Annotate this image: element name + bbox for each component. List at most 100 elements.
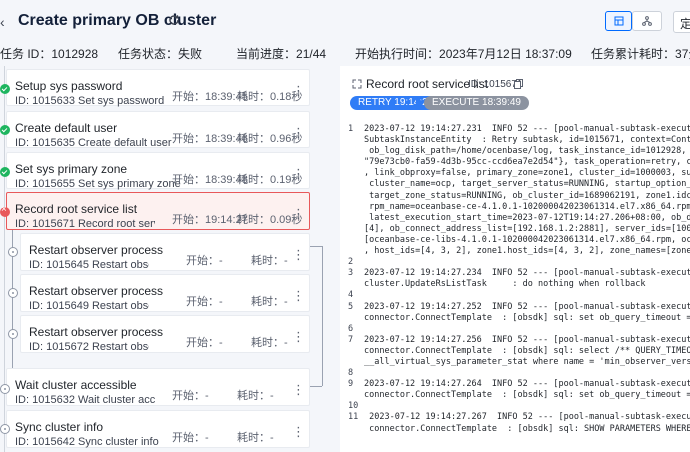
more-icon[interactable]: ⋮ bbox=[292, 425, 305, 438]
log-line-number: 8 bbox=[348, 368, 354, 379]
subtask-card[interactable]: Restart observer process ID: 1015649 Res… bbox=[20, 274, 310, 312]
subtask-card[interactable]: Restart observer process ID: 1015672 Res… bbox=[20, 315, 310, 353]
start-time-label: 开始执行时间： bbox=[355, 47, 440, 61]
log-line: latest_execution_start_time=2023-07-12T1… bbox=[348, 213, 690, 224]
log-line-number: 7 bbox=[348, 334, 354, 345]
elapsed-value: 37分钟 bbox=[675, 47, 690, 61]
log-line: 7 2023-07-12 19:14:27.256 INFO 52 --- [po… bbox=[348, 335, 690, 346]
log-line: 8 bbox=[348, 368, 690, 379]
list-view-button[interactable] bbox=[605, 11, 632, 31]
task-id-info: 任务 ID：1012928 bbox=[0, 45, 98, 62]
log-line: cluster.UpdateRsListTask : do nothing wh… bbox=[348, 279, 690, 290]
more-icon[interactable]: ⋮ bbox=[292, 207, 305, 220]
log-line-number: 6 bbox=[348, 323, 354, 334]
log-line: 5 2023-07-12 19:14:27.252 INFO 52 --- [po… bbox=[348, 302, 690, 313]
log-line-text: cluster.UpdateRsListTask : do nothing wh… bbox=[364, 279, 646, 290]
log-line: ob_log_disk_path=/home/ocenbase/log, tas… bbox=[348, 146, 690, 157]
log-line-text: , link_obproxy=false, primary_zone=zone1… bbox=[364, 168, 690, 179]
success-status-icon bbox=[0, 125, 10, 135]
task-duration: 耗时：- bbox=[251, 255, 288, 267]
parallel-connector-right-bottom bbox=[310, 386, 322, 387]
pending-status-icon bbox=[8, 329, 18, 339]
log-line: connector.ConnectTemplate : [obsdk] sql:… bbox=[348, 390, 690, 401]
log-line-text: 2023-07-12 19:14:27.256 INFO 52 --- [poo… bbox=[364, 334, 690, 345]
timeline-rail bbox=[4, 66, 5, 452]
task-card[interactable]: Set sys primary zone ID: 1015655 Set sys… bbox=[6, 152, 310, 190]
more-icon[interactable]: ⋮ bbox=[292, 383, 305, 396]
start-time-info: 开始执行时间：2023年7月12日 18:37:09 bbox=[355, 45, 572, 62]
log-line-text: target_zone_status=RUNNING, ob_cluster_i… bbox=[369, 190, 690, 201]
log-line-text: connector.ConnectTemplate : [obsdk] sql:… bbox=[364, 312, 690, 323]
refresh-icon[interactable] bbox=[168, 14, 180, 26]
log-line-text: cluster_name=ocp, target_server_status=R… bbox=[369, 179, 690, 190]
log-line: SubtaskInstanceEntity : Retry subtask, i… bbox=[348, 135, 690, 146]
log-line: cluster_name=ocp, target_server_status=R… bbox=[348, 179, 690, 190]
task-card[interactable]: Sync cluster info ID: 1015642 Sync clust… bbox=[6, 410, 310, 448]
task-name: Sync cluster info bbox=[15, 420, 104, 434]
execute-log-tag[interactable]: EXECUTE 18:39:49 bbox=[424, 96, 529, 110]
log-line-number: 9 bbox=[348, 379, 354, 390]
log-line-text: 2023-07-12 19:14:27.267 INFO 52 --- [poo… bbox=[369, 412, 690, 423]
log-line-text: connector.ConnectTemplate : [obsdk] sql:… bbox=[364, 345, 690, 356]
log-line: 3 2023-07-12 19:14:27.234 INFO 52 --- [po… bbox=[348, 268, 690, 279]
more-icon[interactable]: ⋮ bbox=[292, 126, 305, 139]
success-status-icon bbox=[0, 84, 10, 94]
flow-view-icon bbox=[642, 16, 652, 26]
expand-icon[interactable] bbox=[352, 79, 362, 89]
log-line: connector.ConnectTemplate : [obsdk] sql:… bbox=[348, 346, 690, 357]
log-line-text: connector.ConnectTemplate : [obsdk] sql:… bbox=[364, 390, 690, 401]
log-line: connector.ConnectTemplate : [obsdk] sql:… bbox=[348, 313, 690, 324]
log-line: 4 bbox=[348, 290, 690, 301]
back-icon[interactable]: ‹ bbox=[0, 14, 5, 30]
elapsed-info: 任务累计耗时：37分钟 bbox=[591, 45, 690, 62]
log-line-text: [4], ob_connect_address_list=[192.168.1.… bbox=[364, 223, 690, 234]
log-viewer[interactable]: 1 2023-07-12 19:14:27.231 INFO 52 --- [po… bbox=[348, 124, 690, 435]
log-line: __all_virtual_sys_parameter_stat where n… bbox=[348, 357, 690, 368]
more-icon[interactable]: ⋮ bbox=[292, 84, 305, 97]
log-line-text: 2023-07-12 19:14:27.231 INFO 52 --- [poo… bbox=[364, 124, 690, 134]
task-card[interactable]: Create default user ID: 1015635 Create d… bbox=[6, 111, 310, 149]
pending-status-icon bbox=[8, 247, 18, 257]
task-id-line: ID: 1015672 Restart observe... bbox=[29, 341, 149, 353]
log-line: 2 bbox=[348, 257, 690, 268]
task-name: Setup sys password bbox=[15, 79, 123, 93]
more-icon[interactable]: ⋮ bbox=[292, 167, 305, 180]
flow-view-button[interactable] bbox=[632, 11, 662, 31]
log-line-number: 4 bbox=[348, 290, 354, 301]
list-view-icon bbox=[614, 16, 623, 26]
pending-status-icon bbox=[0, 384, 10, 394]
log-line: connector.ConnectTemplate : [obsdk] sql:… bbox=[348, 424, 690, 435]
pending-status-icon bbox=[0, 424, 10, 434]
log-line: 11 2023-07-12 19:14:27.267 INFO 52 --- [… bbox=[348, 412, 690, 423]
task-name: Create default user bbox=[15, 121, 118, 135]
log-line-text: SubtaskInstanceEntity : Retry subtask, i… bbox=[364, 135, 690, 146]
log-line-text: 2023-07-12 19:14:27.234 INFO 52 --- [poo… bbox=[364, 268, 690, 279]
task-duration: 耗时：- bbox=[237, 432, 274, 444]
task-card[interactable]: Wait cluster accessible ID: 1015632 Wait… bbox=[6, 368, 310, 406]
log-line-number: 5 bbox=[348, 301, 354, 312]
log-line-text: 2023-07-12 19:14:27.252 INFO 52 --- [poo… bbox=[364, 301, 690, 312]
subtask-card[interactable]: Restart observer process ID: 1015645 Res… bbox=[20, 233, 310, 271]
page-header: ‹ Create primary OB cluster 定 bbox=[0, 0, 690, 40]
copy-icon[interactable] bbox=[514, 79, 523, 89]
log-line-text: 2023-07-12 19:14:27.264 INFO 52 --- [poo… bbox=[364, 379, 690, 390]
log-line: rpm_name=oceanbase-ce-4.1.0.1-1020000420… bbox=[348, 202, 690, 213]
more-icon[interactable]: ⋮ bbox=[292, 289, 305, 302]
progress-label: 当前进度： bbox=[236, 47, 297, 61]
task-start: 开始：- bbox=[172, 390, 209, 402]
log-line: , host_ids=[4, 3, 2], zone1.host_ids=[4,… bbox=[348, 246, 690, 257]
progress-value: 21/44 bbox=[296, 47, 327, 61]
task-id-line: ID: 1015655 Set sys primary zone bbox=[15, 178, 181, 190]
more-icon[interactable]: ⋮ bbox=[292, 330, 305, 343]
start-time-value: 2023年7月12日 18:37:09 bbox=[439, 47, 572, 61]
log-line: 1 2023-07-12 19:14:27.231 INFO 52 --- [po… bbox=[348, 124, 690, 135]
task-status-label: 任务状态： bbox=[118, 47, 179, 61]
task-duration: 耗时：- bbox=[251, 337, 288, 349]
task-name: Restart observer process bbox=[29, 243, 164, 257]
task-card[interactable]: Setup sys password ID: 1015633 Set sys p… bbox=[6, 69, 310, 107]
more-icon[interactable]: ⋮ bbox=[292, 248, 305, 261]
task-name: Restart observer process bbox=[29, 325, 164, 339]
more-actions-button[interactable]: 定 bbox=[673, 11, 690, 33]
task-id-value: 1012928 bbox=[51, 47, 99, 61]
task-card-selected[interactable]: Record root service list ID: 1015671 Rec… bbox=[6, 192, 310, 230]
